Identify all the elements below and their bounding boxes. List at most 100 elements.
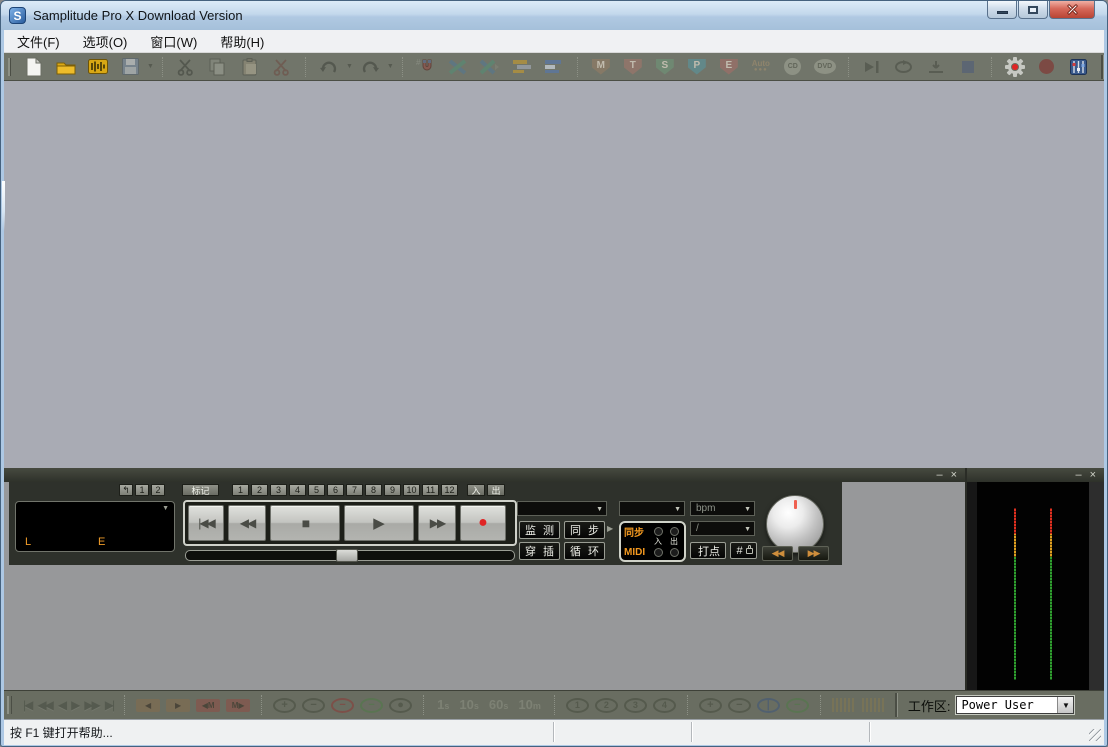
step-back-icon[interactable]: ◀ <box>58 698 65 712</box>
rewind-button[interactable]: ◀◀ <box>228 505 266 541</box>
marker-1-button[interactable]: 1 <box>232 484 249 496</box>
marker-11-button[interactable]: 11 <box>422 484 439 496</box>
transport-minimize-button[interactable]: – <box>936 469 942 481</box>
mute-badge-icon[interactable]: M <box>589 56 613 78</box>
copy-icon[interactable] <box>206 56 230 78</box>
crossfade-editor-icon[interactable] <box>446 56 470 78</box>
snapshot-3-button[interactable]: 3 <box>624 698 647 713</box>
expand-arrow-icon[interactable]: ▶ <box>607 524 613 533</box>
marker-6-button[interactable]: 6 <box>327 484 344 496</box>
marker-2-button[interactable]: 2 <box>251 484 268 496</box>
zoom-all-icon[interactable]: ● <box>389 698 412 713</box>
shuttle-knob[interactable] <box>766 495 824 553</box>
track-badge-icon[interactable]: T <box>621 56 645 78</box>
marker-left-icon[interactable]: ◀M <box>196 699 220 712</box>
range-back-button[interactable]: ↰ <box>119 484 133 496</box>
menu-help[interactable]: 帮助(H) <box>210 29 274 54</box>
sync-out-led[interactable] <box>670 527 679 536</box>
menu-window[interactable]: 窗口(W) <box>140 29 207 54</box>
minimize-button[interactable] <box>987 1 1017 19</box>
new-project-icon[interactable] <box>22 56 46 78</box>
snapshot-1-button[interactable]: 1 <box>566 698 589 713</box>
curve-mode-icon[interactable] <box>542 56 566 78</box>
time-format-dropdown-icon[interactable]: ▼ <box>162 505 169 512</box>
wave-zoom-down-icon[interactable] <box>832 698 856 712</box>
load-audio-icon[interactable] <box>86 56 110 78</box>
transport-close-button[interactable]: × <box>951 469 957 481</box>
close-button[interactable] <box>1049 1 1095 19</box>
stop-extra-icon[interactable] <box>956 56 980 78</box>
goto-start-button[interactable]: |◀◀ <box>188 505 224 541</box>
redo-dropdown-icon[interactable]: ▼ <box>387 63 394 70</box>
toolbar-grip[interactable] <box>8 58 11 76</box>
marker-5-button[interactable]: 5 <box>308 484 325 496</box>
workspace-select[interactable]: Power User ▼ <box>956 696 1074 714</box>
cd-icon[interactable]: CD <box>781 56 805 78</box>
paste-icon[interactable] <box>238 56 262 78</box>
position-slider[interactable] <box>185 550 515 561</box>
vzoom-object-icon[interactable]: − <box>786 698 809 713</box>
snap-magnet-icon[interactable]: # <box>414 56 438 78</box>
range-2-button[interactable]: 2 <box>151 484 165 496</box>
range-start-icon[interactable]: ◀ <box>136 699 160 712</box>
jump-back-icon[interactable]: ◀◀ <box>37 698 51 712</box>
tap-tempo-button[interactable]: 打点 <box>690 542 726 559</box>
loop-button[interactable]: 循 环 <box>564 542 605 560</box>
sync-button[interactable]: 同 步 <box>564 521 605 539</box>
punch-in-button[interactable]: 入 <box>467 484 485 496</box>
record-button[interactable]: ● <box>460 505 506 541</box>
zoom-1s-button[interactable]: 1s <box>437 696 449 714</box>
monitor-mode-combo[interactable]: ▼ <box>517 501 607 516</box>
menu-options[interactable]: 选项(O) <box>73 29 138 54</box>
zoom-in-icon[interactable]: + <box>273 698 296 713</box>
marker-label-button[interactable]: 标记 <box>182 484 219 496</box>
cut-crossfade-icon[interactable] <box>270 56 294 78</box>
midi-device-combo[interactable]: ▼ <box>619 501 685 516</box>
save-dropdown-icon[interactable]: ▼ <box>147 63 154 70</box>
goto-first-icon[interactable]: |◀ <box>23 698 31 712</box>
param-badge-icon[interactable]: P <box>685 56 709 78</box>
bottom-toolbar-grip[interactable] <box>7 696 12 714</box>
energy-badge-icon[interactable]: E <box>717 56 741 78</box>
vzoom-out-icon[interactable]: − <box>728 698 751 713</box>
record-icon[interactable] <box>1035 56 1059 78</box>
zoom-object-icon[interactable]: − <box>360 698 383 713</box>
position-slider-handle[interactable] <box>336 549 358 562</box>
vzoom-in-icon[interactable]: + <box>699 698 722 713</box>
save-project-icon[interactable] <box>118 56 142 78</box>
punch-marker-icon[interactable] <box>924 56 948 78</box>
midi-in-led[interactable] <box>654 548 663 557</box>
dvd-icon[interactable]: DVD <box>813 56 837 78</box>
marker-8-button[interactable]: 8 <box>365 484 382 496</box>
sync-in-led[interactable] <box>654 527 663 536</box>
menu-file[interactable]: 文件(F) <box>7 29 70 54</box>
marker-4-button[interactable]: 4 <box>289 484 306 496</box>
loop-playback-icon[interactable] <box>892 56 916 78</box>
meter-close-button[interactable]: × <box>1090 469 1096 481</box>
punch-out-button[interactable]: 出 <box>487 484 505 496</box>
workspace-dropdown-icon[interactable]: ▼ <box>1057 697 1073 713</box>
marker-right-icon[interactable]: M▶ <box>226 699 250 712</box>
restore-button[interactable] <box>1018 1 1048 19</box>
range-end-icon[interactable]: ▶ <box>166 699 190 712</box>
mixer-icon[interactable] <box>1067 56 1091 78</box>
meter-minimize-button[interactable]: – <box>1075 469 1081 481</box>
marker-10-button[interactable]: 10 <box>403 484 420 496</box>
range-1-button[interactable]: 1 <box>135 484 149 496</box>
cut-icon[interactable] <box>174 56 198 78</box>
snapshot-4-button[interactable]: 4 <box>653 698 676 713</box>
midi-out-led[interactable] <box>670 548 679 557</box>
nudge-right-button[interactable]: ▶▶ <box>798 546 829 561</box>
open-project-icon[interactable] <box>54 56 78 78</box>
play-cursor-icon[interactable] <box>860 56 884 78</box>
redo-icon[interactable] <box>358 56 382 78</box>
auto-crossfade-icon[interactable] <box>478 56 502 78</box>
snap-lock-button[interactable]: # <box>730 542 757 559</box>
wave-zoom-up-icon[interactable] <box>862 698 886 712</box>
zoom-out-icon[interactable]: − <box>302 698 325 713</box>
zoom-range-icon[interactable]: − <box>331 698 354 713</box>
vzoom-fit-icon[interactable]: | <box>757 698 780 713</box>
forward-button[interactable]: ▶▶ <box>418 505 456 541</box>
marker-7-button[interactable]: 7 <box>346 484 363 496</box>
record-options-gear-icon[interactable] <box>1003 56 1027 78</box>
